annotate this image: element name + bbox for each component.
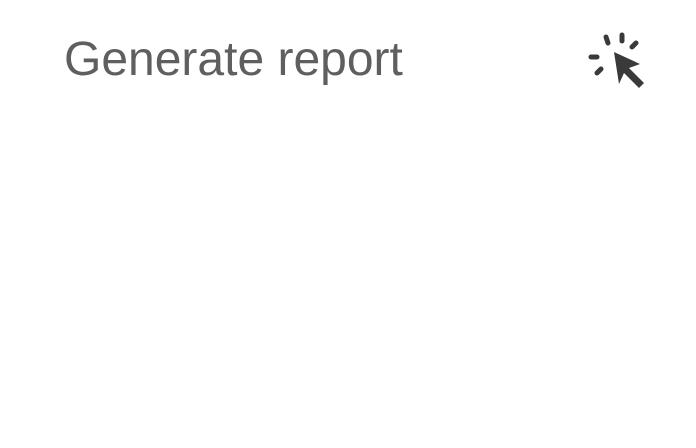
click-cursor-icon (584, 30, 650, 92)
panel: Generate report (0, 0, 696, 448)
generate-report-label: Generate report (64, 33, 403, 86)
generate-report-action[interactable]: Generate report (0, 0, 696, 124)
